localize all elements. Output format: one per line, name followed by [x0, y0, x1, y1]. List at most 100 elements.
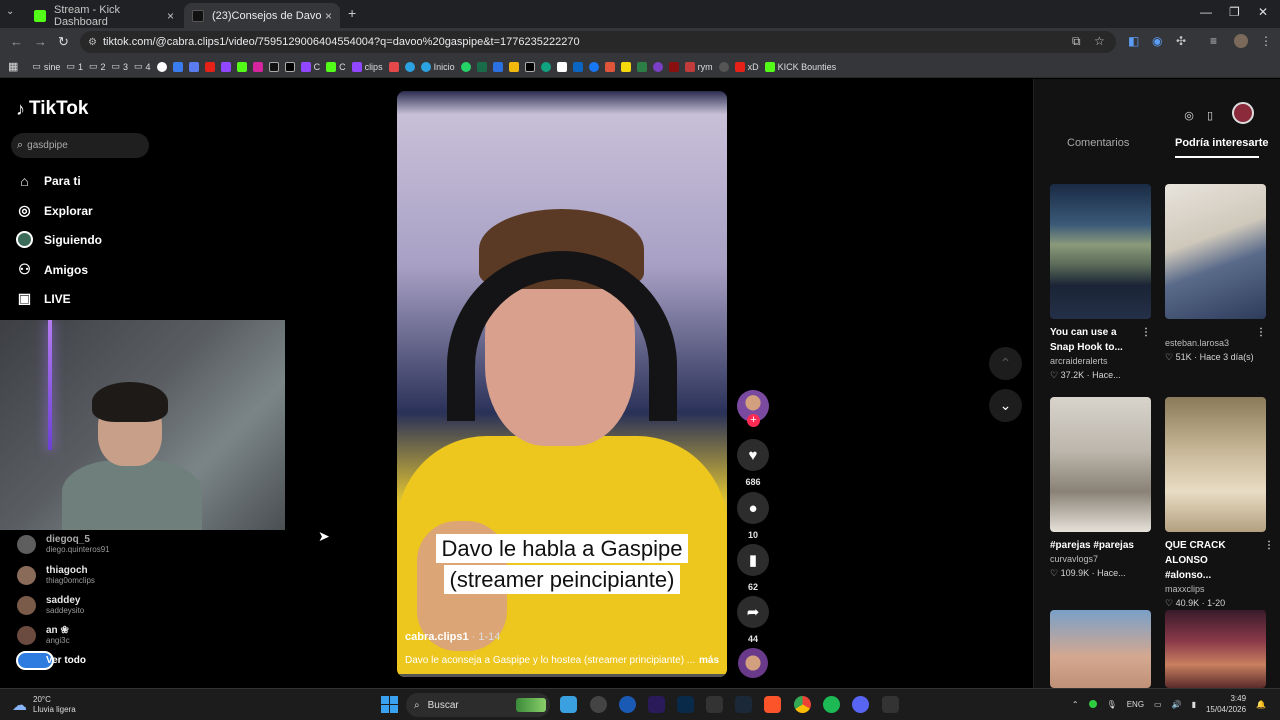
search-input[interactable]: ⌕ gasdpipe — [11, 133, 149, 158]
bookmark-site[interactable] — [188, 61, 199, 72]
tab-kick-dashboard[interactable]: Stream - Kick Dashboard × — [26, 3, 182, 28]
following-account[interactable]: an ❀ angi3c — [17, 626, 70, 645]
more-link[interactable]: más — [699, 655, 719, 666]
bookmark-rym[interactable]: rym — [684, 61, 713, 72]
previous-video-button[interactable]: ⌃ — [989, 347, 1022, 380]
bookmark-site[interactable] — [668, 61, 679, 72]
microphone-icon[interactable]: 🎙 — [1107, 700, 1117, 709]
share-button[interactable]: ➦ 44 — [737, 596, 769, 644]
recommended-video-card[interactable]: #parejas #parejas curvavlogs7 ♡ 109.9K ·… — [1050, 397, 1151, 580]
bookmark-site[interactable] — [156, 61, 167, 72]
clock[interactable]: 3:49 15/04/2026 — [1206, 693, 1246, 715]
bookmark-folder[interactable]: ▭ sine — [32, 61, 60, 72]
bookmark-site[interactable] — [236, 61, 247, 72]
new-tab-button[interactable]: + — [348, 5, 356, 21]
bookmark-site[interactable] — [604, 61, 615, 72]
bookmark-kick-c[interactable]: C — [326, 61, 346, 72]
save-button[interactable]: ▮ 62 — [737, 544, 769, 592]
bookmark-site[interactable] — [172, 61, 183, 72]
author-avatar[interactable]: + — [737, 390, 769, 427]
nav-siguiendo[interactable]: Siguiendo — [16, 231, 102, 248]
bookmark-folder[interactable]: ▭ 2 — [89, 61, 106, 72]
photoshop-icon[interactable] — [677, 696, 694, 713]
bookmark-kick-bounties[interactable]: KICK Bounties — [764, 61, 836, 72]
recommended-video-card[interactable] — [1050, 610, 1151, 688]
start-button[interactable] — [381, 696, 398, 713]
menu-dots-icon[interactable]: ⋮ — [1260, 34, 1272, 48]
reload-icon[interactable]: ↻ — [58, 34, 69, 50]
bookmark-site[interactable] — [404, 61, 415, 72]
bookmark-folder[interactable]: ▭ 1 — [66, 61, 83, 72]
bookmark-site[interactable] — [588, 61, 599, 72]
bookmark-site[interactable] — [540, 61, 551, 72]
following-account[interactable]: saddey saddeysito — [17, 596, 84, 615]
tiktok-logo[interactable]: ♪ TikTok — [16, 98, 88, 120]
brave-icon[interactable] — [764, 696, 781, 713]
following-account[interactable]: thiagoch thiag0omclips — [17, 566, 95, 585]
file-explorer-icon[interactable] — [560, 696, 577, 713]
more-options-icon[interactable]: ⋮ — [1256, 325, 1266, 340]
tab-comentarios[interactable]: Comentarios — [1067, 137, 1129, 149]
close-window-icon[interactable]: ✕ — [1258, 5, 1268, 19]
bookmark-star-icon[interactable]: ☆ — [1094, 34, 1105, 48]
video-player[interactable]: Davo le habla a Gaspipe (streamer peinci… — [397, 91, 727, 677]
extension-icon[interactable]: ◉ — [1152, 34, 1162, 48]
status-dot-icon[interactable] — [1088, 700, 1097, 708]
bookmark-site[interactable] — [620, 61, 631, 72]
bookmark-site[interactable] — [718, 61, 729, 72]
chevron-up-icon[interactable]: ⌃ — [1072, 700, 1079, 709]
recommended-video-card[interactable]: ⋮ esteban.larosa3 ♡ 51K · Hace 3 día(s) — [1165, 184, 1266, 364]
video-author[interactable]: cabra.clips1 · 1-14 — [405, 631, 500, 643]
like-button[interactable]: ♥ 686 — [737, 439, 769, 487]
next-video-button[interactable]: ⌄ — [989, 389, 1022, 422]
bookmark-site[interactable] — [204, 61, 215, 72]
forward-icon[interactable]: → — [34, 34, 47, 49]
nav-para-ti[interactable]: ⌂ Para ti — [16, 173, 80, 189]
bookmark-site[interactable] — [476, 61, 487, 72]
bookmark-site[interactable] — [556, 61, 567, 72]
taskbar-search[interactable]: ⌕ Buscar — [406, 693, 550, 717]
install-app-icon[interactable]: ⧉ — [1072, 34, 1081, 49]
bookmark-site[interactable] — [652, 61, 663, 72]
see-all-link[interactable]: Ver todo — [16, 651, 86, 670]
steam-icon[interactable] — [735, 696, 752, 713]
chrome-icon[interactable] — [794, 696, 811, 713]
tab-podria-interesarte[interactable]: Podría interesarte — [1175, 137, 1269, 149]
volume-icon[interactable]: 🔊 — [1172, 700, 1182, 709]
maximize-icon[interactable]: ❐ — [1229, 5, 1240, 19]
premiere-icon[interactable] — [648, 696, 665, 713]
video-progress-bar[interactable] — [397, 674, 727, 677]
follow-plus-icon[interactable]: + — [747, 414, 760, 427]
apps-grid-icon[interactable]: ▦ — [8, 60, 18, 73]
bookmark-xd[interactable]: xD — [734, 61, 759, 72]
recommended-video-card[interactable]: QUE CRACK ALONSO #alonso... ⋮ maxxclips ♡… — [1165, 397, 1274, 610]
app-icon[interactable] — [590, 696, 607, 713]
address-bar[interactable]: ⚙ tiktok.com/@cabra.clips1/video/7595129… — [80, 31, 1116, 53]
bookmark-site[interactable] — [268, 61, 279, 72]
nav-explorar[interactable]: ◎ Explorar — [16, 202, 92, 219]
coins-icon[interactable]: ◎ — [1179, 105, 1199, 125]
more-options-icon[interactable]: ⋮ — [1264, 538, 1274, 553]
bookmark-site[interactable] — [388, 61, 399, 72]
extensions-puzzle-icon[interactable]: ✣ — [1176, 34, 1186, 48]
network-icon[interactable]: ▭ — [1154, 700, 1162, 709]
discord-icon[interactable] — [852, 696, 869, 713]
bookmark-site[interactable] — [460, 61, 471, 72]
spotify-icon[interactable] — [823, 696, 840, 713]
more-options-icon[interactable]: ⋮ — [1141, 325, 1151, 340]
tab-list-button[interactable]: ⌄ — [6, 6, 14, 17]
recommended-video-card[interactable]: You can use a Snap Hook to... ⋮ arcraider… — [1050, 184, 1151, 382]
bookmark-site[interactable] — [508, 61, 519, 72]
translate-extension-icon[interactable]: ◧ — [1128, 34, 1139, 48]
following-account[interactable]: diegoq_5 diego.quinteros91 — [17, 535, 110, 554]
notification-bell-icon[interactable]: 🔔 — [1256, 700, 1266, 709]
bookmark-site[interactable] — [284, 61, 295, 72]
bookmark-site[interactable] — [220, 61, 231, 72]
bookmark-twitch-c[interactable]: C — [300, 61, 320, 72]
reading-list-icon[interactable]: ≡ — [1210, 34, 1217, 48]
bookmark-site[interactable] — [524, 61, 535, 72]
nav-amigos[interactable]: ⚇ Amigos — [16, 261, 88, 278]
bookmark-inicio[interactable]: Inicio — [420, 61, 455, 72]
tab-tiktok[interactable]: (23)Consejos de Davo para Stre × — [184, 3, 340, 28]
music-disc-avatar[interactable] — [738, 648, 768, 678]
